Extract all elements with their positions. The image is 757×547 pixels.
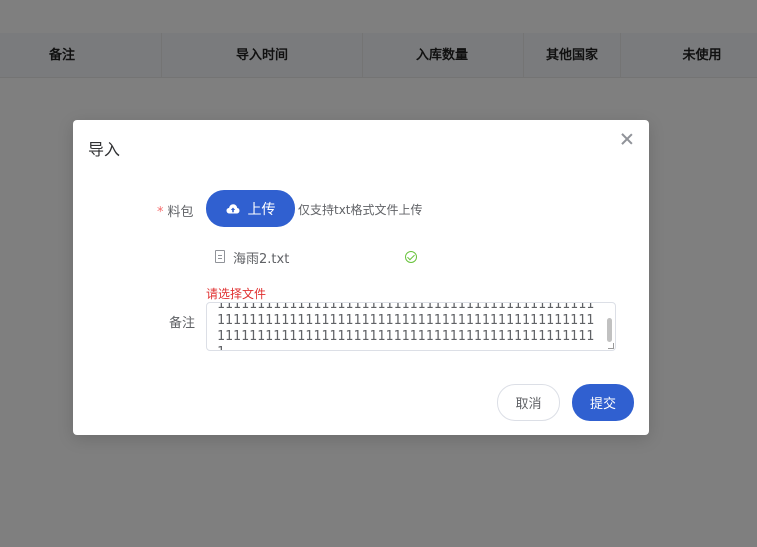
upload-button[interactable]: 上传 [206,190,295,227]
close-icon[interactable] [620,132,634,146]
required-mark: * [157,205,164,220]
resize-handle-icon[interactable] [608,343,614,349]
file-name[interactable]: 海雨2.txt [233,248,289,267]
document-icon [215,250,225,263]
submit-button[interactable]: 提交 [572,384,634,421]
remark-textarea[interactable]: 1111111111111111111111111111111111111111… [206,302,616,351]
cancel-button[interactable]: 取消 [497,384,560,421]
check-circle-icon [405,251,417,263]
uploaded-file-item[interactable]: 海雨2.txt [213,248,418,267]
remark-textarea-value: 1111111111111111111111111111111111111111… [217,302,595,350]
pack-label-text: 料包 [167,205,194,220]
import-dialog: 导入 * 料包 上传 仅支持txt格式文件上传 海雨2.txt 请选择文件 备注 … [73,120,649,435]
scrollbar-thumb[interactable] [607,318,612,342]
upload-button-label: 上传 [247,201,276,218]
upload-tip: 仅支持txt格式文件上传 [298,203,423,217]
file-error-message: 请选择文件 [206,287,267,301]
pack-label: * 料包 [157,201,194,220]
remark-label: 备注 [169,316,196,331]
cloud-upload-icon [226,203,239,213]
dialog-title: 导入 [88,140,121,159]
